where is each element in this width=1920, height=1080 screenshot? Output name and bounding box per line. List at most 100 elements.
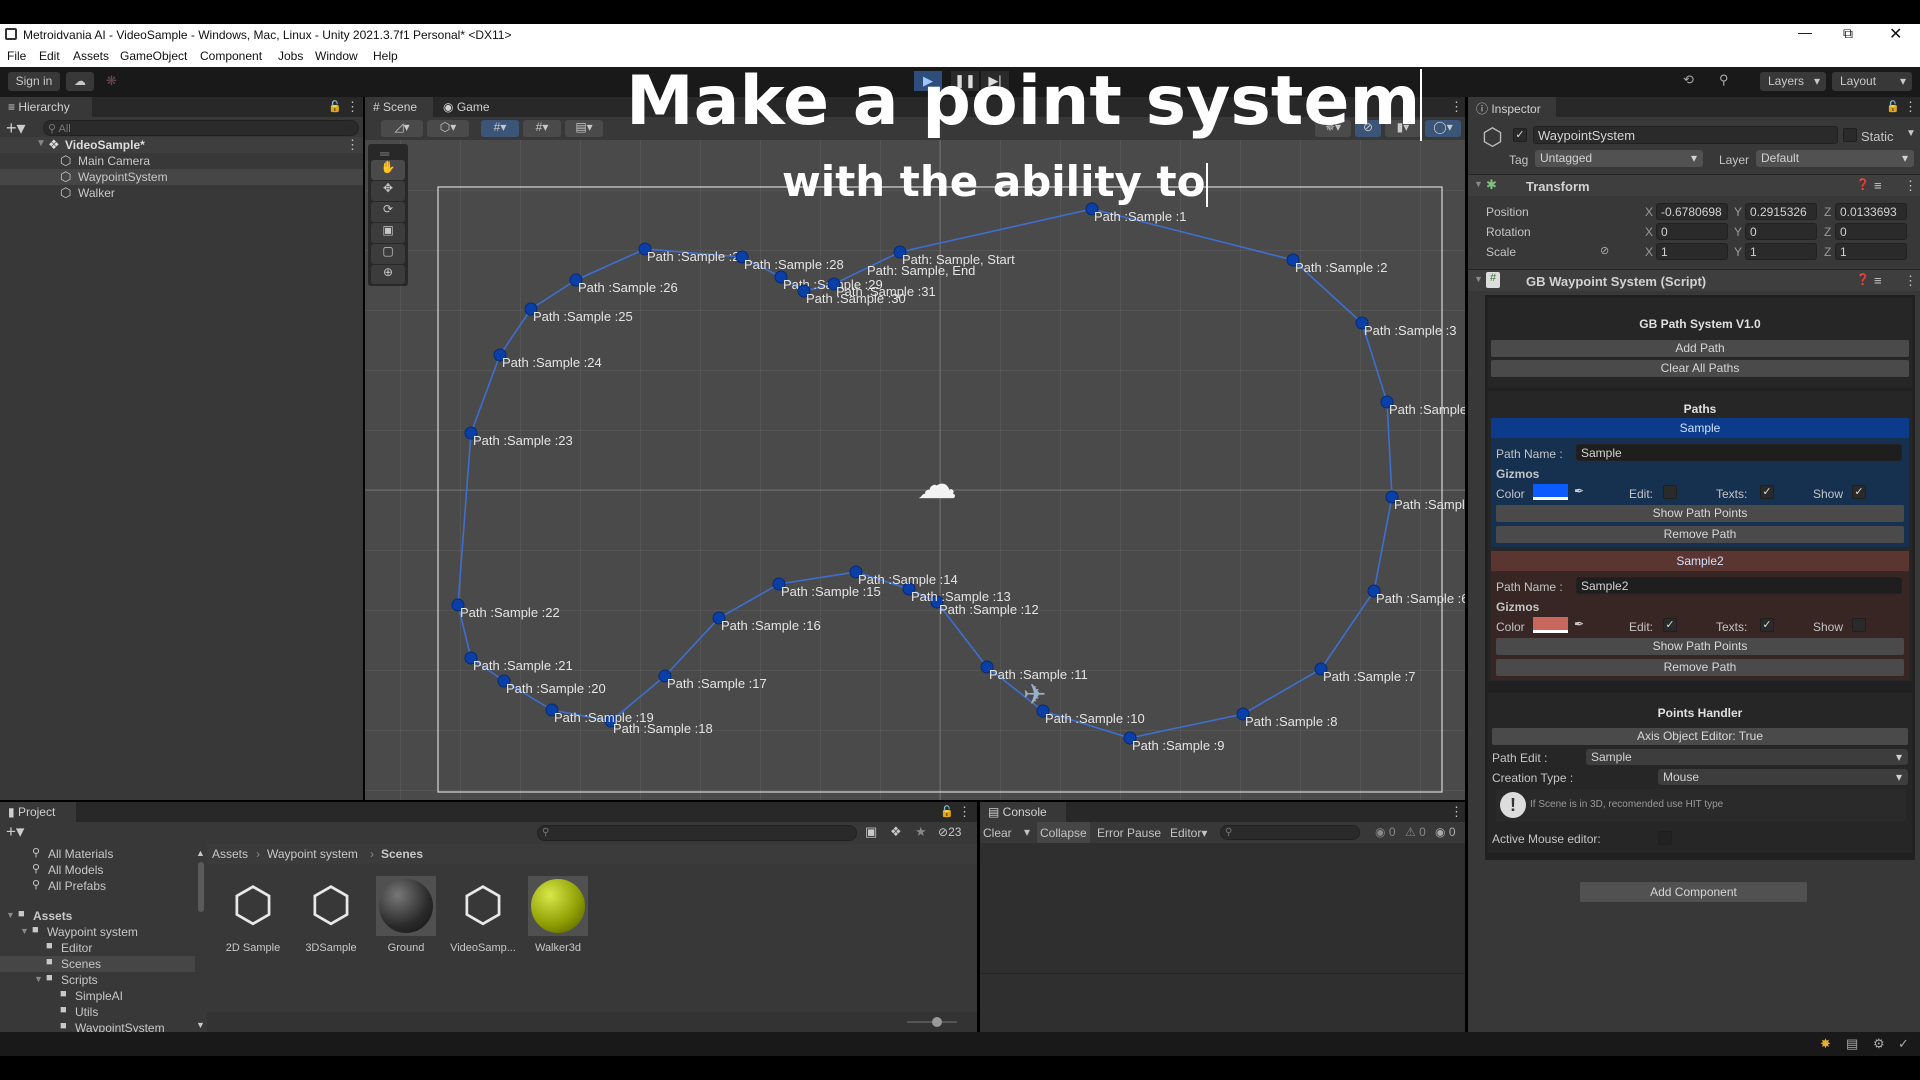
- menu-gameobject[interactable]: GameObject: [120, 49, 187, 63]
- transform-tool-icon[interactable]: ⊕: [371, 265, 405, 284]
- show-path-points-button[interactable]: Show Path Points: [1496, 638, 1904, 655]
- color-swatch[interactable]: [1533, 617, 1568, 633]
- hierarchy-search-input[interactable]: ⚲ All: [43, 120, 359, 136]
- folder-item[interactable]: ▼ ■ Assets: [0, 908, 195, 924]
- path-header-sample2[interactable]: Sample2: [1491, 551, 1909, 571]
- eyedropper-icon[interactable]: ✒: [1574, 617, 1584, 631]
- help-icon[interactable]: ❓: [1856, 178, 1870, 191]
- folder-item[interactable]: ▼ ■ Waypoint system: [0, 924, 195, 940]
- move-tool-icon[interactable]: ✥: [371, 181, 405, 201]
- favorite-search-item[interactable]: ⚲ All Materials: [0, 846, 195, 862]
- tag-dropdown[interactable]: Untagged ▾: [1535, 150, 1703, 167]
- show-checkbox[interactable]: ✓: [1852, 485, 1866, 499]
- more-icon[interactable]: ⋮: [346, 137, 359, 153]
- collapse-arrow-icon[interactable]: ▼: [1474, 274, 1483, 284]
- scroll-down-icon[interactable]: ▼: [196, 1020, 205, 1030]
- history-icon[interactable]: ⟲: [1683, 72, 1694, 88]
- add-object-button[interactable]: +▾: [6, 118, 26, 139]
- transform-z-field[interactable]: 1: [1835, 243, 1907, 260]
- edit-checkbox[interactable]: ✓: [1663, 618, 1677, 632]
- folder-item[interactable]: ▼ ■ Scripts: [0, 972, 195, 988]
- asset-item[interactable]: Walker3d: [526, 876, 590, 956]
- scroll-up-icon[interactable]: ▲: [196, 848, 205, 858]
- close-icon[interactable]: ✕: [1889, 24, 1902, 44]
- transform-header[interactable]: ▼ ✱ Transform ❓ ≡ ⋮: [1468, 174, 1920, 196]
- menu-component[interactable]: Component: [200, 49, 262, 63]
- breadcrumb-item[interactable]: Assets: [212, 847, 248, 861]
- folder-item[interactable]: ■ SimpleAI: [0, 988, 195, 1004]
- add-component-button[interactable]: Add Component: [1580, 882, 1807, 902]
- warning-count-toggle[interactable]: ⚠ 0: [1405, 825, 1426, 839]
- transform-y-field[interactable]: 1: [1745, 243, 1817, 260]
- color-swatch[interactable]: [1533, 484, 1568, 500]
- texts-checkbox[interactable]: ✓: [1760, 618, 1774, 632]
- collab-icon[interactable]: ❋: [106, 73, 117, 89]
- more-icon[interactable]: ⋮: [1904, 273, 1917, 289]
- texts-checkbox[interactable]: ✓: [1760, 485, 1774, 499]
- tab-game[interactable]: ◉ Game: [435, 97, 499, 117]
- more-icon[interactable]: ⋮: [958, 804, 971, 820]
- camera-gizmo-icon[interactable]: ☁: [917, 462, 957, 508]
- eyedropper-icon[interactable]: ✒: [1574, 484, 1584, 498]
- clear-options-dropdown[interactable]: ▾: [1024, 825, 1030, 839]
- edit-checkbox[interactable]: [1663, 485, 1677, 499]
- scene-row[interactable]: ▼ ❖ VideoSample* ⋮: [0, 137, 363, 153]
- collapse-toggle[interactable]: Collapse: [1037, 822, 1090, 843]
- axis-object-editor-button[interactable]: Axis Object Editor: True: [1492, 728, 1908, 745]
- remove-path-button[interactable]: Remove Path: [1496, 526, 1904, 543]
- active-checkbox[interactable]: ✓: [1513, 128, 1527, 142]
- collab-status-icon[interactable]: ✓: [1898, 1036, 1909, 1052]
- transform-z-field[interactable]: 0.0133693: [1835, 203, 1907, 220]
- error-pause-toggle[interactable]: Error Pause: [1097, 826, 1161, 840]
- asset-item[interactable]: ⬡ 2D Sample: [221, 876, 285, 956]
- icon-size-slider-thumb[interactable]: [932, 1017, 942, 1027]
- tab-scene[interactable]: # Scene: [365, 97, 433, 117]
- folder-item[interactable]: ■ Scenes: [0, 956, 195, 972]
- favorite-search-item[interactable]: ⚲ All Prefabs: [0, 878, 195, 894]
- layer-dropdown[interactable]: Default ▾: [1756, 150, 1914, 167]
- path-name-input[interactable]: Sample2: [1576, 577, 1902, 594]
- sign-in-button[interactable]: Sign in: [8, 72, 60, 91]
- menu-jobs[interactable]: Jobs: [278, 49, 303, 63]
- folder-item[interactable]: ■ Utils: [0, 1004, 195, 1020]
- tab-inspector[interactable]: ⓘ Inspector: [1468, 97, 1556, 117]
- drag-handle-icon[interactable]: ═: [380, 146, 389, 161]
- transform-x-field[interactable]: 1: [1656, 243, 1728, 260]
- object-name-input[interactable]: WaypointSystem: [1533, 126, 1838, 144]
- asset-item[interactable]: ⬡ VideoSamp...: [450, 876, 516, 956]
- transform-x-field[interactable]: -0.6780698: [1656, 203, 1728, 220]
- cache-server-icon[interactable]: ▤: [1846, 1036, 1858, 1052]
- hidden-packages-toggle[interactable]: ⊘23: [938, 825, 961, 839]
- menu-file[interactable]: File: [7, 49, 26, 63]
- transform-y-field[interactable]: 0.2915326: [1745, 203, 1817, 220]
- error-count-toggle[interactable]: ◉ 0: [1435, 825, 1456, 839]
- collapse-arrow-icon[interactable]: ▼: [1474, 179, 1483, 189]
- walker-gizmo-icon[interactable]: ✈: [1023, 678, 1046, 711]
- presets-icon[interactable]: ≡: [1874, 178, 1882, 193]
- tab-hierarchy[interactable]: ≡ Hierarchy: [0, 97, 92, 117]
- menu-assets[interactable]: Assets: [73, 49, 109, 63]
- favorite-star-icon[interactable]: ★: [915, 824, 927, 840]
- help-icon[interactable]: ❓: [1856, 273, 1870, 286]
- rect-tool-icon[interactable]: ▢: [371, 244, 405, 264]
- scale-tool-icon[interactable]: ▣: [371, 223, 405, 243]
- active-mouse-checkbox[interactable]: [1658, 831, 1672, 845]
- search-icon[interactable]: ⚲: [1719, 72, 1729, 88]
- add-path-button[interactable]: Add Path: [1491, 340, 1909, 357]
- lock-icon[interactable]: 🔓: [328, 100, 342, 113]
- create-asset-button[interactable]: +▾: [6, 822, 24, 842]
- hierarchy-item[interactable]: ⬡ Walker: [0, 185, 363, 201]
- align-dropdown[interactable]: ▤▾: [565, 120, 603, 137]
- breadcrumb-item[interactable]: Waypoint system: [267, 847, 358, 861]
- clear-button[interactable]: Clear: [983, 826, 1012, 840]
- expand-arrow-icon[interactable]: ▼: [34, 974, 43, 984]
- lock-icon[interactable]: 🔓: [940, 805, 954, 818]
- layout-dropdown[interactable]: Layout ▾: [1832, 72, 1912, 91]
- chevron-down-icon[interactable]: ▼: [1906, 128, 1916, 139]
- search-by-type-icon[interactable]: ▣: [865, 824, 877, 840]
- tab-console[interactable]: ▤ Console: [980, 802, 1066, 822]
- log-count-toggle[interactable]: ◉ 0: [1375, 825, 1396, 839]
- minimize-icon[interactable]: —: [1798, 24, 1812, 40]
- gizmos-dropdown[interactable]: ◯▾: [1425, 120, 1461, 137]
- creation-type-dropdown[interactable]: Mouse ▾: [1658, 769, 1908, 785]
